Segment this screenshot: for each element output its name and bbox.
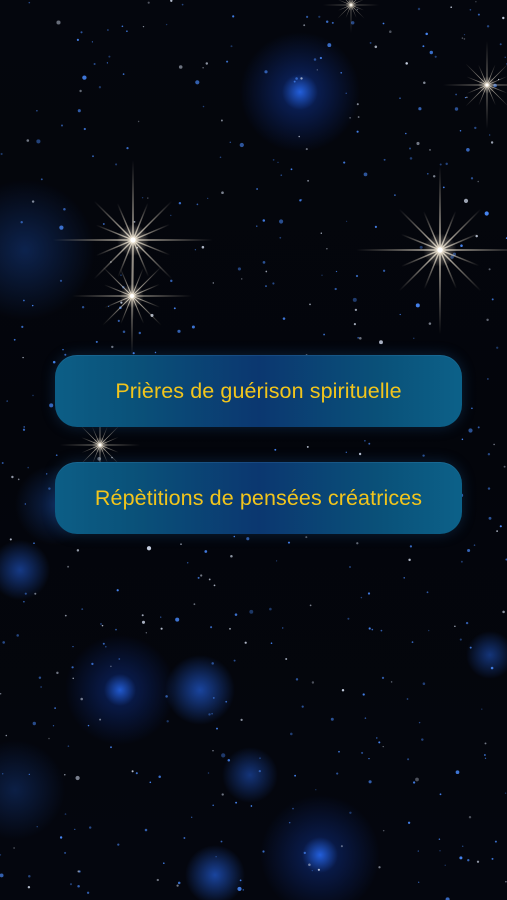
app-screen: Prières de guérison spirituelle Répètiti… [0,0,507,900]
creative-thoughts-repetitions-label: Répètitions de pensées créatrices [94,485,423,510]
star-dots [0,0,507,900]
spiritual-healing-prayers-button[interactable]: Prières de guérison spirituelle [55,355,462,427]
creative-thoughts-repetitions-button[interactable]: Répètitions de pensées créatrices [55,462,462,534]
starry-sky-background [0,0,507,900]
spiritual-healing-prayers-label: Prières de guérison spirituelle [115,378,402,403]
